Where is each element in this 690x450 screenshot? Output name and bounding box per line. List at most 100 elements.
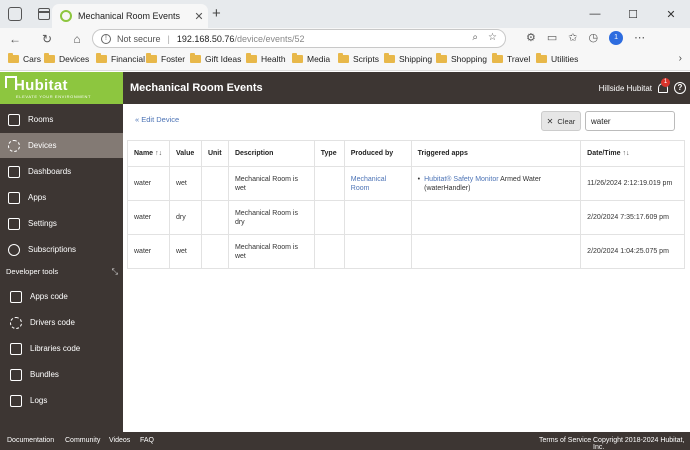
clear-button[interactable]: ✕ Clear — [541, 111, 581, 131]
maximize-icon[interactable]: ☐ — [614, 8, 652, 21]
footer-link-terms[interactable]: Terms of Service — [539, 437, 591, 444]
sidebar-item-apps-code[interactable]: Apps code — [0, 284, 123, 309]
sidebar-item-devices[interactable]: Devices — [0, 133, 123, 158]
sidebar-item-drivers-code[interactable]: Drivers code — [0, 310, 123, 335]
logs-icon — [10, 394, 22, 407]
produced-by-link[interactable]: Mechanical Room — [351, 176, 386, 192]
extensions-icon[interactable]: ⚙ — [526, 31, 536, 45]
hubitat-logo[interactable]: Hubitat ELEVATE YOUR ENVIRONMENT — [0, 72, 123, 104]
bookmark-label: Shopping — [451, 54, 487, 64]
bookmark-label: Shipping — [399, 54, 433, 64]
browser-tab-strip: Mechanical Room Events ✕ + — ☐ ✕ — [0, 0, 690, 28]
zoom-icon[interactable]: ⌕ — [472, 32, 478, 43]
footer-link-videos[interactable]: Videos — [109, 437, 130, 444]
bookmark-folder[interactable]: Cars — [8, 53, 41, 64]
url-host: 192.168.50.76 — [176, 33, 235, 44]
cell-triggered-apps — [410, 234, 582, 269]
bookmark-folder[interactable]: Foster — [146, 53, 185, 64]
triggered-app-item: • Hubitat® Safety Monitor Armed Water (w… — [418, 175, 575, 193]
sidebar-item-libraries-code[interactable]: Libraries code — [0, 336, 123, 361]
tab-actions-icon[interactable] — [38, 8, 50, 20]
new-tab-icon[interactable]: + — [212, 5, 221, 22]
bookmark-folder[interactable]: Shipping — [384, 53, 433, 64]
sidebar-item-label: Rooms — [28, 115, 54, 124]
sidebar-item-settings[interactable]: Settings — [0, 211, 123, 236]
footer-link-community[interactable]: Community — [65, 437, 100, 444]
sidebar-item-apps[interactable]: Apps — [0, 185, 123, 210]
bookmark-folder[interactable]: Devices — [44, 53, 89, 64]
folder-icon — [246, 53, 257, 63]
developer-tools-heading[interactable]: Developer tools — [6, 267, 58, 276]
sidebar-item-label: Libraries code — [30, 344, 81, 353]
folder-icon — [44, 53, 55, 63]
collapse-icon[interactable]: ⤡ — [112, 267, 118, 277]
edit-device-link[interactable]: « Edit Device — [135, 115, 179, 124]
favorite-star-icon[interactable]: ☆ — [488, 32, 497, 43]
footer-link-documentation[interactable]: Documentation — [7, 437, 54, 444]
bookmark-folder[interactable]: Health — [246, 53, 286, 64]
favorites-icon[interactable]: ✩ — [568, 31, 577, 45]
warning-icon[interactable]: ! — [101, 33, 111, 44]
sidebar-item-subscriptions[interactable]: Subscriptions — [0, 237, 123, 262]
url-bar[interactable]: ! Not secure | 192.168.50.76 /device/eve… — [92, 29, 506, 48]
bookmark-folder[interactable]: Media — [292, 53, 330, 64]
tab-close-icon[interactable]: ✕ — [190, 10, 208, 23]
sort-icon[interactable]: ↑↓ — [623, 150, 630, 157]
history-icon[interactable]: ◷ — [589, 31, 599, 45]
help-icon[interactable]: ? — [674, 82, 686, 94]
hub-name[interactable]: Hillside Hubitat — [599, 84, 652, 93]
logo-tagline: ELEVATE YOUR ENVIRONMENT — [16, 94, 92, 99]
bookmark-folder[interactable]: Financial — [96, 53, 145, 64]
folder-icon — [96, 53, 107, 63]
subscriptions-icon — [8, 243, 20, 256]
triggered-app-text: Hubitat® Safety Monitor Armed Water (wat… — [424, 175, 574, 193]
sidebar-item-logs[interactable]: Logs — [0, 388, 123, 413]
sidebar-item-dashboards[interactable]: Dashboards — [0, 159, 123, 184]
sort-icon[interactable]: ↑↓ — [155, 150, 162, 157]
column-header-name[interactable]: Name ↑↓ — [127, 140, 170, 167]
footer-link-faq[interactable]: FAQ — [140, 437, 154, 444]
folder-icon — [436, 53, 447, 63]
bookmark-folder[interactable]: Shopping — [436, 53, 487, 64]
cell-value: wet — [168, 166, 202, 201]
bookmark-folder[interactable]: Gift Ideas — [190, 53, 241, 64]
back-icon[interactable]: ← — [4, 32, 26, 46]
browser-menu-icon[interactable]: ⋯ — [634, 31, 645, 45]
notification-badge[interactable]: 1 — [661, 78, 670, 87]
column-header-type: Type — [313, 140, 345, 167]
column-label: Name — [134, 150, 154, 157]
sidebar-item-rooms[interactable]: Rooms — [0, 107, 123, 132]
close-icon: ✕ — [546, 116, 554, 126]
minimize-icon[interactable]: — — [576, 8, 614, 20]
cell-unit — [200, 166, 229, 201]
sidebar-item-bundles[interactable]: Bundles — [0, 362, 123, 387]
account-avatar[interactable]: 1 — [609, 31, 624, 45]
column-header-datetime[interactable]: Date/Time ↑↓ — [580, 140, 685, 167]
cell-triggered-apps — [410, 200, 582, 235]
cast-icon[interactable]: ▭ — [547, 31, 557, 45]
sidebar-item-label: Logs — [30, 396, 48, 405]
address-toolbar: ← ↻ ⌂ ! Not secure | 192.168.50.76 /devi… — [0, 28, 690, 50]
bookmarks-more-icon[interactable]: › — [679, 53, 682, 64]
profile-icon[interactable] — [8, 7, 22, 21]
apps-code-icon — [10, 290, 22, 303]
bookmark-folder[interactable]: Scripts — [338, 53, 379, 64]
bookmark-folder[interactable]: Utilities — [536, 53, 578, 64]
sidebar-item-label: Subscriptions — [28, 245, 77, 254]
url-bar-icons: ⌕ ☆ — [472, 32, 497, 43]
folder-icon — [492, 53, 503, 63]
bookmark-folder[interactable]: Travel — [492, 53, 531, 64]
url-separator: | — [167, 33, 170, 44]
sidebar-item-label: Dashboards — [28, 167, 72, 176]
refresh-icon[interactable]: ↻ — [36, 32, 58, 46]
browser-tab[interactable]: Mechanical Room Events ✕ — [52, 4, 208, 28]
close-window-icon[interactable]: ✕ — [652, 8, 690, 21]
settings-icon — [8, 217, 20, 230]
sidebar-item-label: Apps code — [30, 292, 68, 301]
search-input[interactable] — [585, 111, 675, 131]
bookmark-label: Travel — [507, 54, 531, 64]
browser-tools: ⚙ ▭ ✩ ◷ 1 ⋯ — [526, 31, 645, 45]
home-icon[interactable]: ⌂ — [66, 32, 88, 46]
cell-type — [313, 166, 345, 201]
triggered-app-link[interactable]: Hubitat® Safety Monitor — [424, 176, 498, 183]
